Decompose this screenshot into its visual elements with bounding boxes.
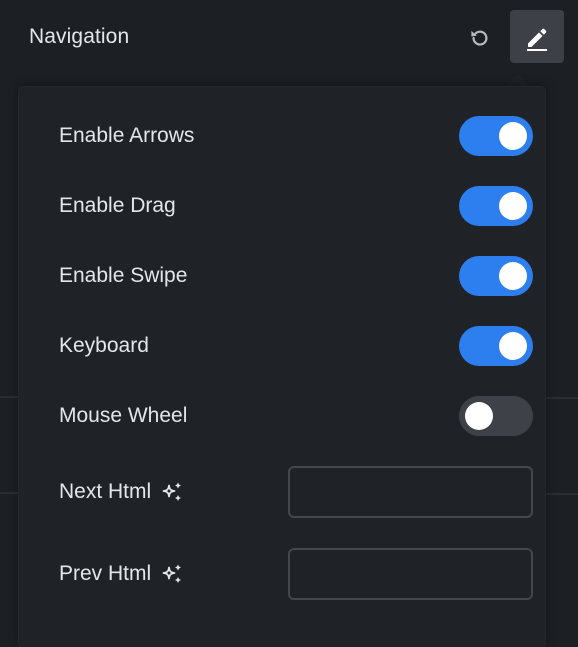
prev-html-input[interactable]: [288, 548, 533, 600]
setting-row-enable-drag: Enable Drag: [59, 186, 533, 226]
setting-label: Mouse Wheel: [59, 404, 188, 427]
setting-label: Prev Html: [59, 562, 152, 585]
pencil-icon: [527, 28, 547, 51]
background-divider: [0, 396, 19, 398]
toggle-knob: [499, 332, 527, 360]
section-title: Navigation: [29, 25, 130, 48]
toggle-knob: [465, 402, 493, 430]
setting-label-group: Prev Html: [59, 562, 184, 586]
setting-label: Enable Swipe: [59, 264, 188, 287]
mouse-wheel-toggle[interactable]: [459, 396, 533, 436]
setting-row-prev-html: Prev Html: [59, 548, 533, 600]
setting-label: Enable Drag: [59, 194, 176, 217]
ai-sparkle-icon[interactable]: [160, 562, 184, 586]
setting-label: Enable Arrows: [59, 124, 195, 147]
setting-row-mouse-wheel: Mouse Wheel: [59, 396, 533, 436]
setting-row-keyboard: Keyboard: [59, 326, 533, 366]
reset-button[interactable]: [466, 24, 494, 52]
toggle-knob: [499, 262, 527, 290]
background-divider: [544, 493, 578, 495]
toggle-knob: [499, 122, 527, 150]
popup-pointer: [504, 74, 532, 88]
setting-row-enable-arrows: Enable Arrows: [59, 116, 533, 156]
edit-button[interactable]: [510, 10, 564, 63]
enable-drag-toggle[interactable]: [459, 186, 533, 226]
setting-label: Keyboard: [59, 334, 149, 357]
enable-arrows-toggle[interactable]: [459, 116, 533, 156]
setting-row-enable-swipe: Enable Swipe: [59, 256, 533, 296]
background-divider: [0, 492, 19, 494]
reset-icon: [471, 30, 488, 46]
enable-swipe-toggle[interactable]: [459, 256, 533, 296]
setting-label-group: Next Html: [59, 480, 184, 504]
ai-sparkle-icon[interactable]: [160, 480, 184, 504]
next-html-input[interactable]: [288, 466, 533, 518]
keyboard-toggle[interactable]: [459, 326, 533, 366]
setting-row-next-html: Next Html: [59, 466, 533, 518]
toggle-knob: [499, 192, 527, 220]
background-divider: [544, 397, 578, 399]
setting-label: Next Html: [59, 480, 152, 503]
